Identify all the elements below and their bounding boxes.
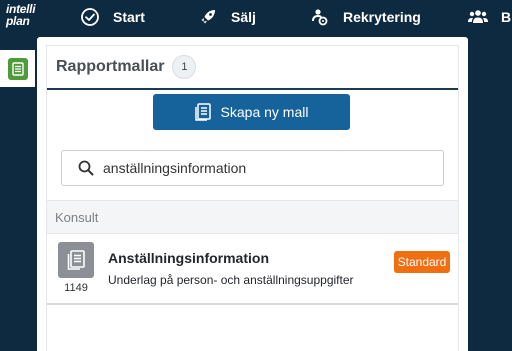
template-id: 1149 xyxy=(64,282,88,294)
document-icon xyxy=(194,103,211,121)
rocket-icon xyxy=(197,6,219,28)
nav-item-b[interactable]: B xyxy=(467,0,511,34)
report-templates-card: Rapportmallar 1 Skapa ny mall Konsult 11… xyxy=(46,45,459,351)
nav-label-b: B xyxy=(501,9,512,25)
nav-item-start[interactable]: Start xyxy=(79,0,145,34)
panel-header: Rapportmallar 1 xyxy=(47,46,458,90)
nav-label-start: Start xyxy=(113,9,145,25)
nav-label-rekrytering: Rekrytering xyxy=(343,9,421,25)
list-item[interactable]: 1149 Anställningsinformation Underlag på… xyxy=(47,235,458,305)
top-navigation: intelli plan Start Sälj Rekrytering B xyxy=(0,0,512,34)
search-icon xyxy=(78,160,94,176)
search-input[interactable] xyxy=(103,160,423,176)
report-templates-panel: Rapportmallar 1 Skapa ny mall Konsult 11… xyxy=(37,37,468,351)
document-icon xyxy=(58,242,94,278)
sidebar-report-templates-button[interactable] xyxy=(0,50,35,87)
template-description: Underlag på person- och anställningsuppg… xyxy=(108,273,354,287)
nav-item-salj[interactable]: Sälj xyxy=(197,0,256,34)
standard-badge: Standard xyxy=(394,251,450,273)
app-logo[interactable]: intelli plan xyxy=(6,3,36,28)
create-template-label: Skapa ny mall xyxy=(220,104,309,120)
person-gear-icon xyxy=(309,6,331,28)
nav-label-salj: Sälj xyxy=(231,9,256,25)
nav-item-rekrytering[interactable]: Rekrytering xyxy=(309,0,421,34)
template-name: Anställningsinformation xyxy=(108,250,269,266)
template-count-badge: 1 xyxy=(172,55,197,79)
check-circle-icon xyxy=(79,6,101,28)
search-box xyxy=(61,150,444,186)
panel-title: Rapportmallar xyxy=(56,58,165,75)
logo-text-line2: plan xyxy=(6,14,30,28)
users-icon xyxy=(467,6,489,28)
create-template-button[interactable]: Skapa ny mall xyxy=(153,94,350,130)
document-icon xyxy=(7,57,28,80)
group-header-konsult: Konsult xyxy=(47,200,458,234)
